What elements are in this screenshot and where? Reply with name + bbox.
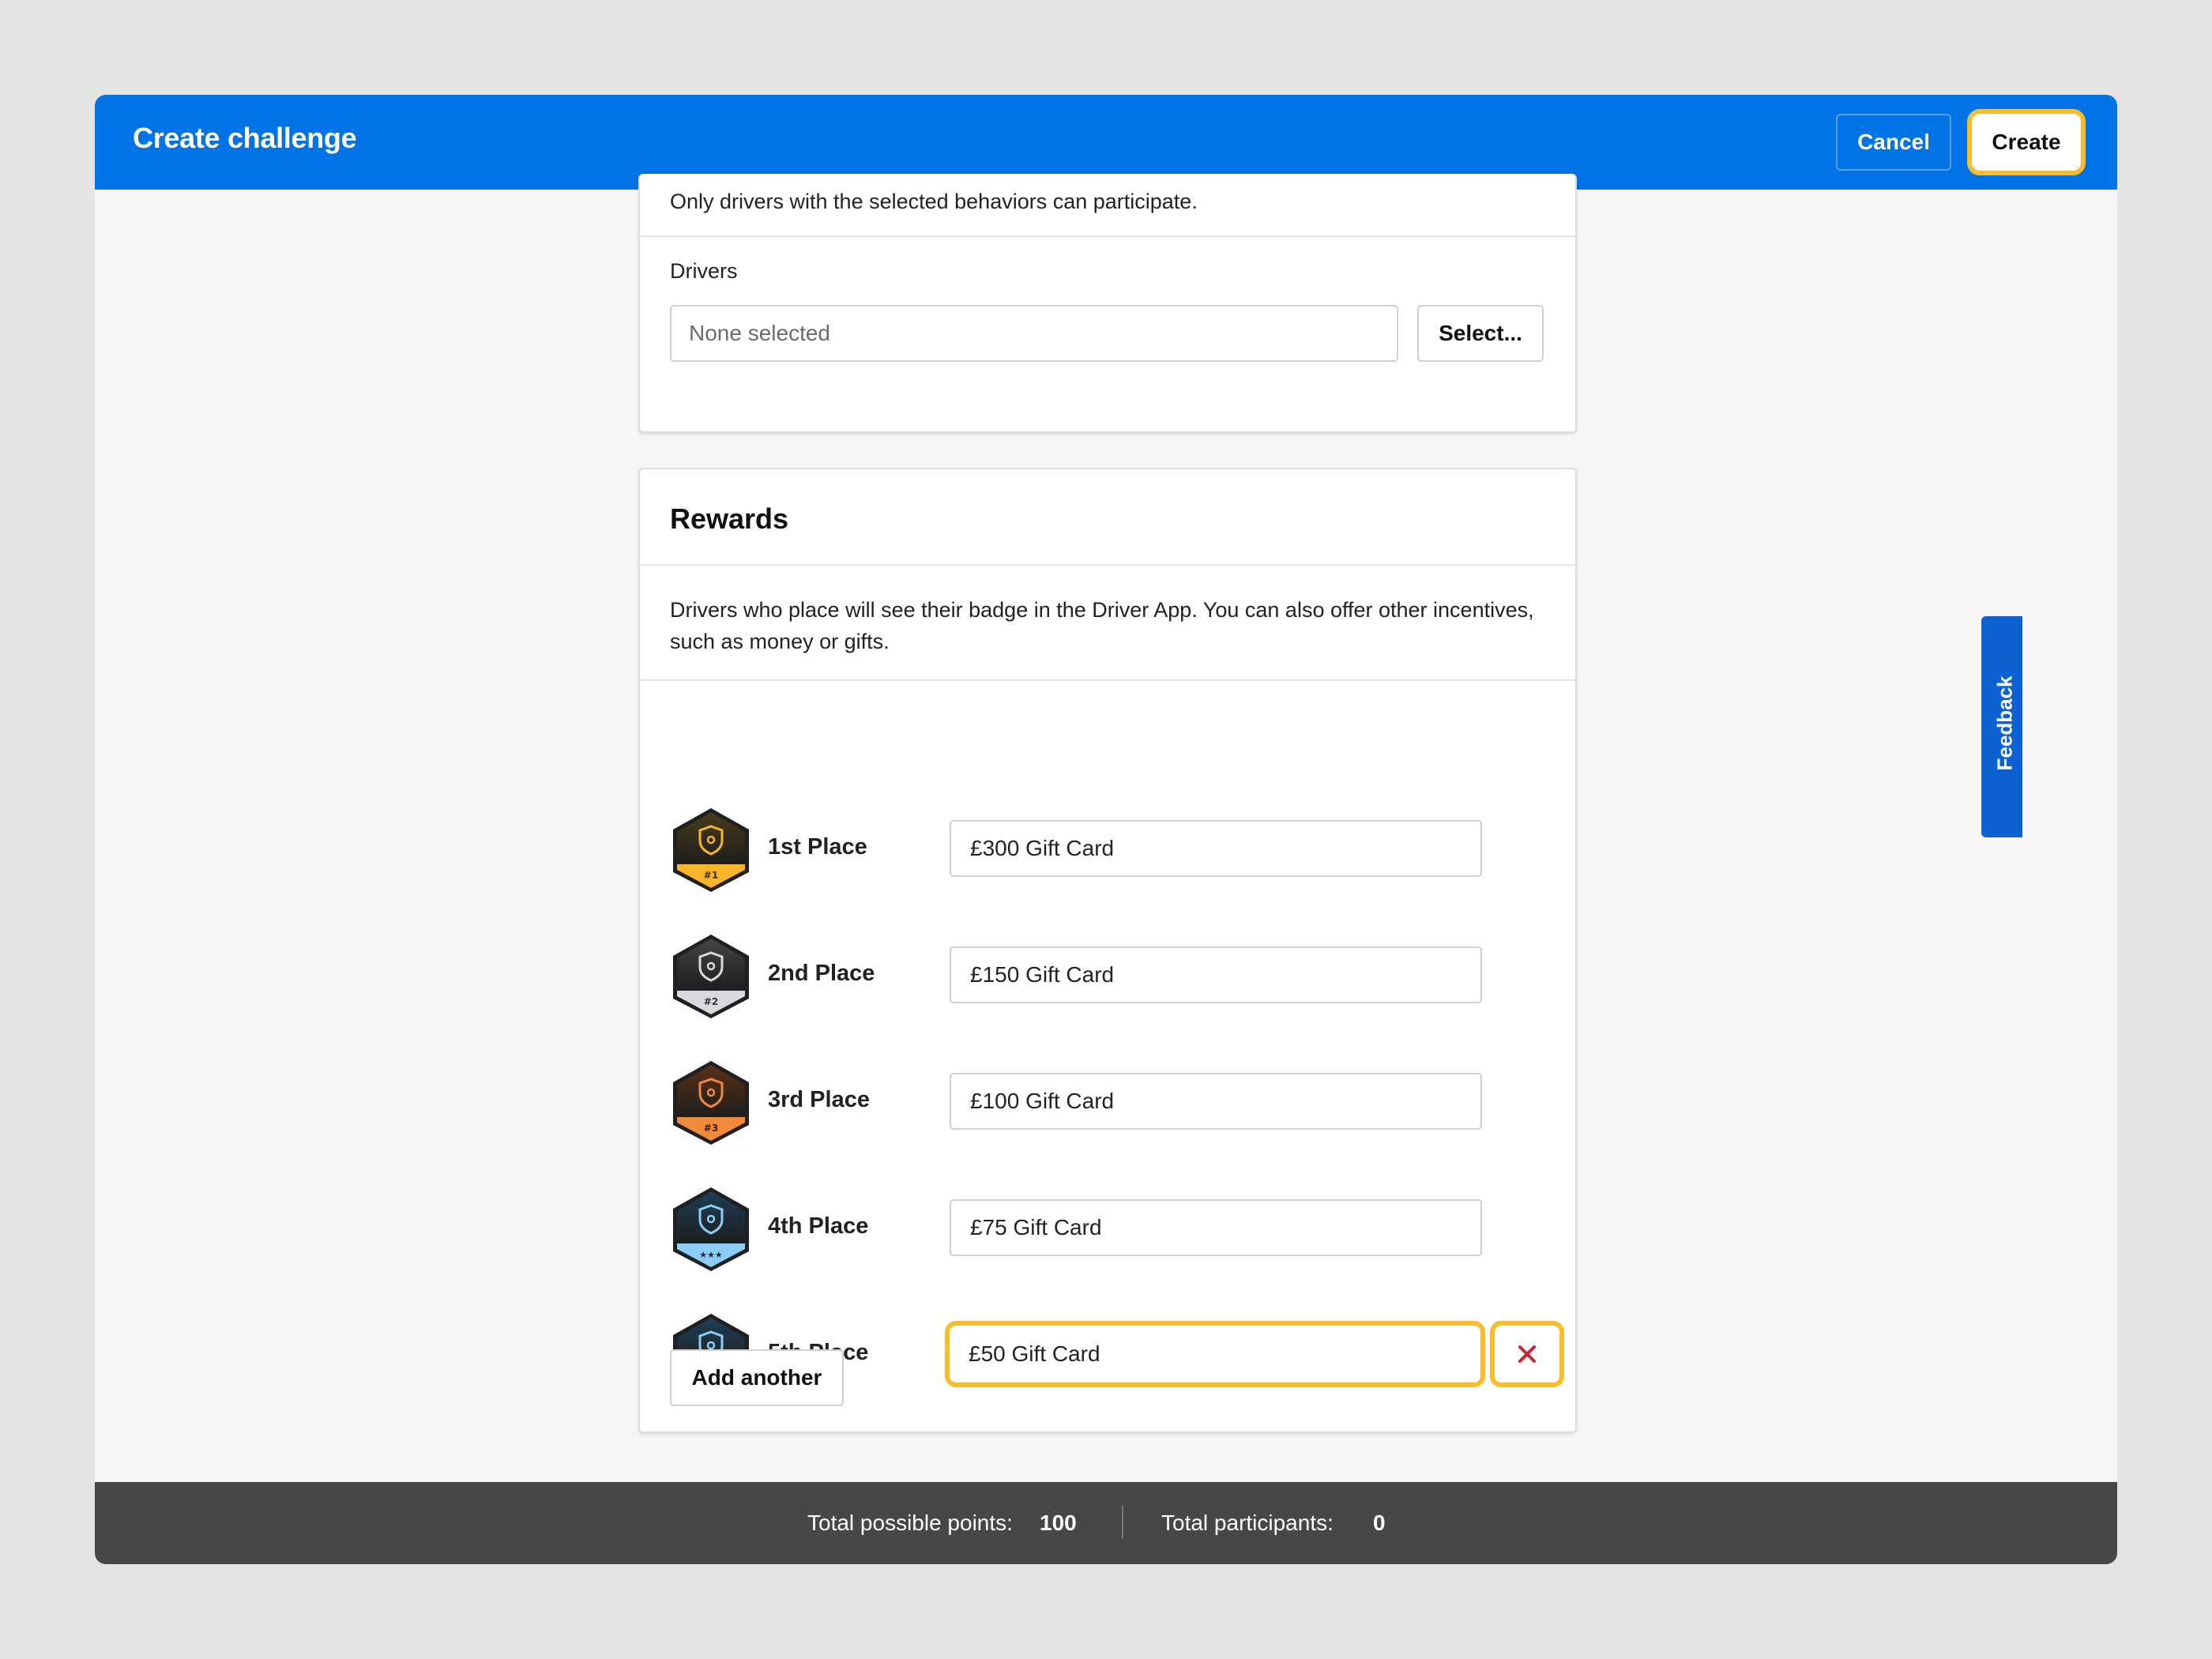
third-place-badge-icon: #3 bbox=[673, 1061, 749, 1145]
page-title: Create challenge bbox=[133, 122, 357, 154]
footer-separator bbox=[1122, 1506, 1123, 1539]
create-button[interactable]: Create bbox=[1967, 109, 2086, 175]
reward-row-3: #3 3rd Place £100 Gift Card bbox=[670, 1059, 1571, 1147]
app-window: Create challenge Cancel Create Only driv… bbox=[95, 95, 2117, 1564]
divider bbox=[640, 679, 1575, 681]
rewards-description: Drivers who place will see their badge i… bbox=[670, 598, 1534, 653]
rewards-card: Rewards Drivers who place will see their… bbox=[638, 468, 1577, 1433]
fourth-place-badge-icon: ★★★ bbox=[673, 1187, 749, 1271]
divider bbox=[640, 564, 1575, 566]
svg-text:#3: #3 bbox=[704, 1123, 718, 1134]
reward-input[interactable]: £150 Gift Card bbox=[950, 946, 1482, 1003]
add-another-button[interactable]: Add another bbox=[670, 1349, 844, 1406]
reward-input[interactable]: £300 Gift Card bbox=[950, 820, 1482, 877]
reward-input[interactable]: £100 Gift Card bbox=[950, 1073, 1482, 1130]
participants-label: Total participants: bbox=[1161, 1510, 1334, 1535]
participants-note: Only drivers with the selected behaviors… bbox=[670, 190, 1198, 213]
points-value: 100 bbox=[1040, 1510, 1077, 1535]
drivers-field[interactable]: None selected bbox=[670, 305, 1398, 362]
place-label: 3rd Place bbox=[768, 1087, 870, 1112]
reward-input[interactable]: £50 Gift Card bbox=[945, 1321, 1485, 1387]
reward-row-1: #1 1st Place £300 Gift Card bbox=[670, 806, 1571, 894]
place-label: 2nd Place bbox=[768, 961, 875, 986]
svg-text:★★★: ★★★ bbox=[699, 1250, 723, 1260]
cancel-button[interactable]: Cancel bbox=[1836, 114, 1951, 171]
place-label: 1st Place bbox=[768, 834, 867, 860]
feedback-label[interactable]: Feedback bbox=[1993, 664, 2018, 783]
reward-input[interactable]: £75 Gift Card bbox=[950, 1199, 1482, 1256]
remove-reward-button[interactable] bbox=[1490, 1321, 1564, 1387]
participants-value: 0 bbox=[1373, 1510, 1386, 1535]
svg-text:#2: #2 bbox=[704, 996, 718, 1007]
close-icon bbox=[1518, 1345, 1536, 1363]
reward-row-4: ★★★ 4th Place £75 Gift Card bbox=[670, 1185, 1571, 1273]
drivers-label: Drivers bbox=[670, 259, 738, 283]
participants-card: Only drivers with the selected behaviors… bbox=[638, 174, 1577, 433]
first-place-badge-icon: #1 bbox=[673, 808, 749, 892]
rewards-title: Rewards bbox=[670, 502, 789, 535]
second-place-badge-icon: #2 bbox=[673, 935, 749, 1018]
place-label: 4th Place bbox=[768, 1213, 869, 1239]
footer-bar: Total possible points: 100 Total partici… bbox=[95, 1482, 2117, 1564]
points-label: Total possible points: bbox=[807, 1510, 1013, 1535]
reward-row-2: #2 2nd Place £150 Gift Card bbox=[670, 932, 1571, 1021]
svg-text:#1: #1 bbox=[704, 870, 718, 881]
select-drivers-button[interactable]: Select... bbox=[1417, 305, 1544, 362]
divider bbox=[640, 235, 1575, 237]
